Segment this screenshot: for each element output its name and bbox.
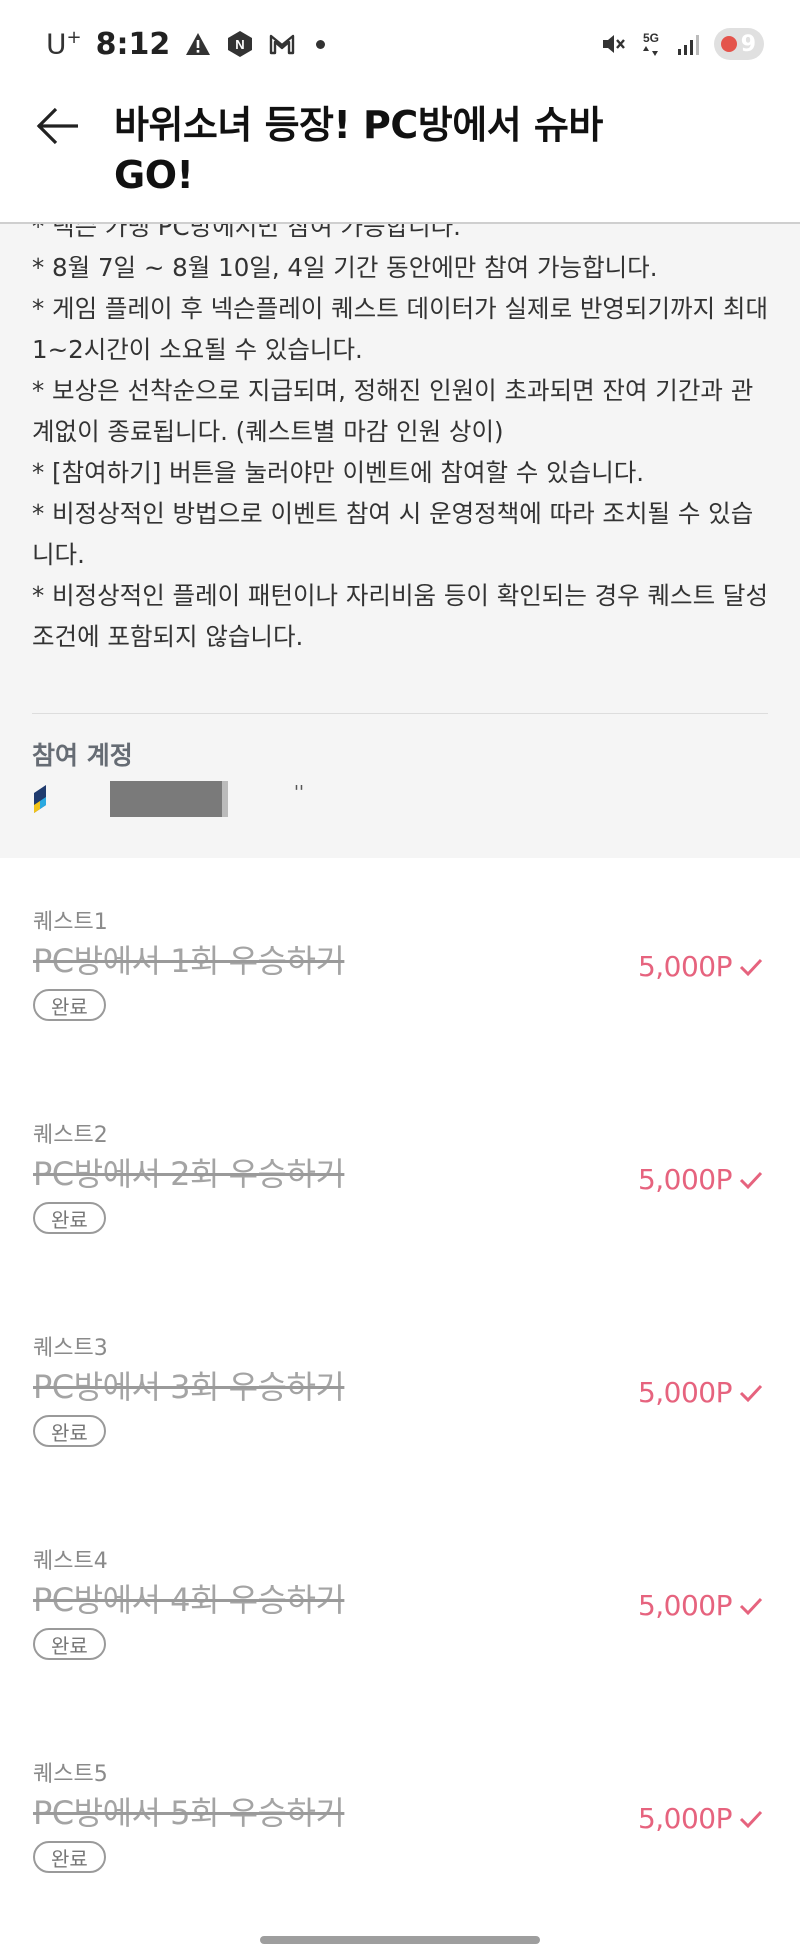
quest-title: PC방에서 3회 우승하기 [33,1368,345,1406]
check-icon [739,1384,763,1402]
quest-title: PC방에서 5회 우승하기 [33,1794,345,1832]
quest-label: 퀘스트4 [33,1549,108,1574]
masked-account-name-edge [222,781,228,817]
check-icon [739,1171,763,1189]
account-suffix: '' [294,781,304,803]
notice-line: * 8월 7일 ~ 8월 10일, 4일 기간 동안에만 참여 가능합니다. [32,253,658,282]
status-badge: 완료 [33,1202,106,1234]
reward-points: 5,000P [637,1376,733,1409]
quest-reward: 5,000P [638,950,764,983]
svg-text:5G: 5G [643,31,659,45]
battery-level: 9 [740,31,756,57]
reward-points: 5,000P [637,1589,733,1622]
quest-label: 퀘스트1 [33,910,108,935]
5g-icon: 5G [643,31,659,56]
notice-line: * [참여하기] 버튼을 눌러야만 이벤트에 참여할 수 있습니다. [32,458,645,487]
notice-line: * 보상은 선착순으로 지급되며, 정해진 인원이 초과되면 잔여 기간과 관계… [32,376,754,446]
gmail-icon [270,34,295,55]
quest-label: 퀘스트5 [33,1762,108,1787]
account-label: 참여 계정 [32,741,133,770]
notification-dot-icon [316,39,326,49]
check-icon [739,958,763,976]
mute-icon [603,35,625,53]
game-logo-icon [34,785,46,813]
check-icon [739,1597,763,1615]
quest-title: PC방에서 1회 우승하기 [33,942,345,980]
status-badge: 완료 [33,1841,106,1873]
quest-label: 퀘스트3 [33,1336,108,1361]
quest-item: 퀘스트1 PC방에서 1회 우승하기 완료 5,000P [0,858,800,1071]
quest-title: PC방에서 4회 우승하기 [33,1581,345,1619]
quest-reward: 5,000P [638,1802,764,1835]
status-badge: 완료 [33,989,106,1021]
reward-points: 5,000P [637,1163,733,1196]
quest-list: 퀘스트1 PC방에서 1회 우승하기 완료 5,000P 퀘스트2 PC방에서 … [0,858,800,1923]
signal-icon [678,35,699,55]
reward-points: 5,000P [637,1802,733,1835]
page-title: 바위소녀 등장! PC방에서 슈바 GO! [114,103,603,197]
svg-text:N: N [236,37,245,52]
notice-section: * 넥슨 가맹 PC방에서만 참여 가능합니다. * 8월 7일 ~ 8월 10… [0,224,800,858]
clock: 8:12 [95,26,171,62]
back-button[interactable] [28,96,88,156]
quest-item: 퀘스트3 PC방에서 3회 우승하기 완료 5,000P [0,1284,800,1497]
status-bar: U+ 8:12 N 5G 9 [0,0,800,86]
back-arrow-icon [36,107,78,145]
system-nav-bar [0,1920,800,1956]
masked-account-name [110,781,222,817]
carrier-label: U+ [46,27,82,61]
notice-line: * 비정상적인 방법으로 이벤트 참여 시 운영정책에 따라 조치될 수 있습니… [32,499,754,569]
status-badge: 완료 [33,1415,106,1447]
quest-reward: 5,000P [638,1589,764,1622]
quest-label: 퀘스트2 [33,1123,108,1148]
quest-title: PC방에서 2회 우승하기 [33,1155,345,1193]
notice-list: * 넥슨 가맹 PC방에서만 참여 가능합니다. * 8월 7일 ~ 8월 10… [32,224,772,657]
warning-icon [186,33,211,55]
status-badge: 완료 [33,1628,106,1660]
quest-reward: 5,000P [638,1376,764,1409]
divider [32,713,768,714]
reward-points: 5,000P [637,950,733,983]
notice-line: * 비정상적인 플레이 패턴이나 자리비움 등이 확인되는 경우 퀘스트 달성 … [32,581,768,651]
quest-reward: 5,000P [638,1163,764,1196]
account-row: '' [32,779,304,819]
quest-item: 퀘스트4 PC방에서 4회 우승하기 완료 5,000P [0,1497,800,1710]
notice-line: * 넥슨 가맹 PC방에서만 참여 가능합니다. [32,224,461,241]
app-header: 바위소녀 등장! PC방에서 슈바 GO! [0,86,800,224]
battery-icon: 9 [714,28,764,60]
notice-line: * 게임 플레이 후 넥슨플레이 퀘스트 데이터가 실제로 반영되기까지 최대 … [32,294,768,364]
home-indicator[interactable] [260,1936,540,1944]
quest-item: 퀘스트2 PC방에서 2회 우승하기 완료 5,000P [0,1071,800,1284]
quest-item: 퀘스트5 PC방에서 5회 우승하기 완료 5,000P [0,1710,800,1923]
n-app-icon: N [228,31,253,57]
check-icon [739,1810,763,1828]
